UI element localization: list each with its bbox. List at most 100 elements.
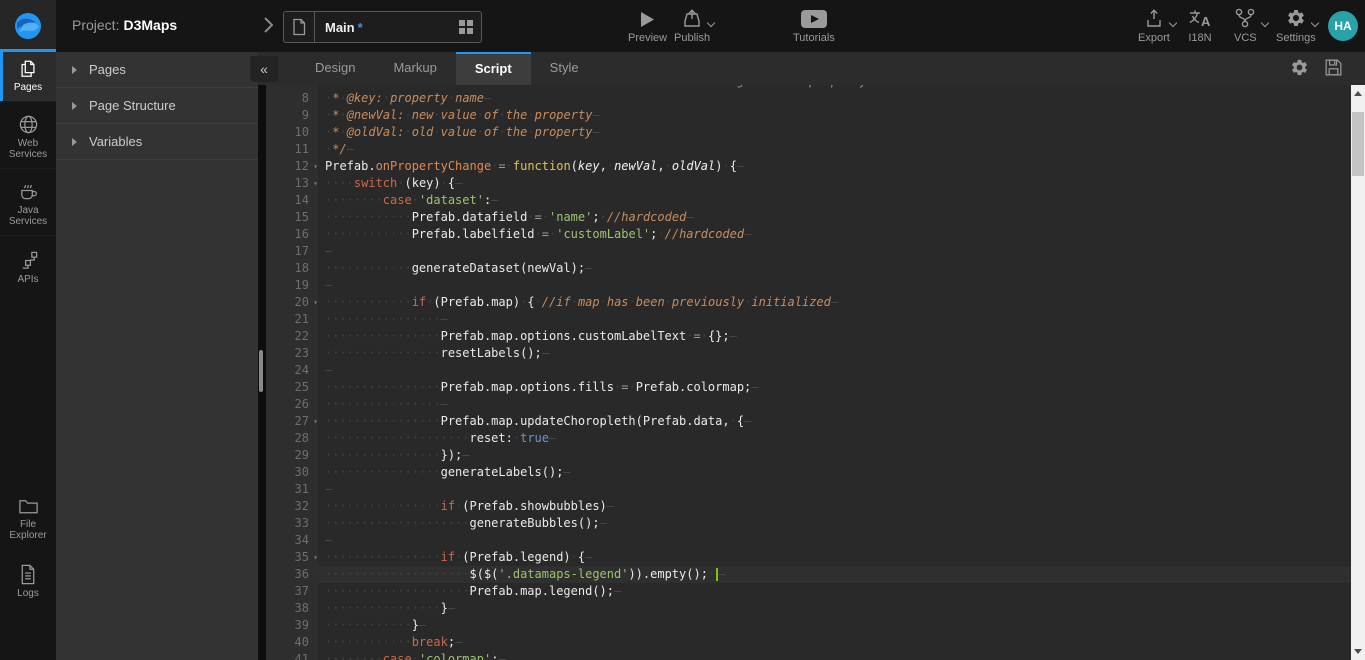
code-text[interactable]: ················Prefab.map.options.fills… [318,379,1351,396]
open-page-tab[interactable]: Main* [283,11,482,43]
line-number[interactable]: 26 [266,396,318,413]
line-number[interactable]: 12▾ [266,158,318,175]
scroll-down-arrow-icon[interactable] [1354,649,1362,654]
code-line[interactable]: 22················Prefab.map.options.cus… [266,328,1351,345]
code-text[interactable]: ················Prefab.map.updateChoropl… [318,413,1351,430]
export-chevron-icon[interactable] [1169,19,1177,27]
line-number[interactable]: 18 [266,260,318,277]
app-logo[interactable] [0,0,56,52]
code-text[interactable]: ·*·@oldVal:·old·value·of·the·property– [318,124,1351,141]
line-number[interactable]: 27▾ [266,413,318,430]
script-settings-gear-icon[interactable] [1290,58,1309,77]
line-number[interactable]: 21 [266,311,318,328]
code-text[interactable]: ················Prefab.map.options.custo… [318,328,1351,345]
code-line[interactable]: 40············break;– [266,634,1351,651]
user-avatar[interactable]: HA [1328,11,1358,41]
code-text[interactable]: ················});– [318,447,1351,464]
code-text[interactable]: ················}– [318,600,1351,617]
code-text[interactable]: ················if·(Prefab.legend)·{– [318,549,1351,566]
code-text[interactable]: ············generateDataset(newVal);– [318,260,1351,277]
code-text[interactable]: ·*·@newVal:·new·value·of·the·property– [318,107,1351,124]
code-line[interactable]: 11·*/– [266,141,1351,158]
code-line[interactable]: 31– [266,481,1351,498]
line-number[interactable]: 35▾ [266,549,318,566]
sidebar-item-logs[interactable]: Logs [0,557,56,607]
line-number[interactable]: 23 [266,345,318,362]
page-file-icon[interactable] [284,12,315,42]
code-line[interactable]: 41········case·'colormap':– [266,651,1351,660]
code-line[interactable]: 32················if·(Prefab.showbubbles… [266,498,1351,515]
code-line[interactable]: 34– [266,532,1351,549]
panel-scrollbar-thumb[interactable] [259,350,263,392]
settings-chevron-icon[interactable] [1311,19,1319,27]
code-line[interactable]: 25················Prefab.map.options.fil… [266,379,1351,396]
code-text[interactable]: – [318,481,1351,498]
code-line[interactable]: 20▾············if·(Prefab.map)·{·//if·ma… [266,294,1351,311]
code-text[interactable]: ····················$($('.datamaps-legen… [318,566,1351,583]
code-text[interactable]: ····switch·(key)·{– [318,175,1351,192]
sidebar-item-java-services[interactable]: Java Services [0,169,56,236]
fold-marker-icon[interactable]: ▾ [313,158,318,175]
panel-section-variables[interactable]: Variables [56,124,258,160]
code-line[interactable]: 35▾················if·(Prefab.legend)·{– [266,549,1351,566]
line-number[interactable]: 16 [266,226,318,243]
line-number[interactable]: 39 [266,617,318,634]
export-button[interactable]: Export [1138,8,1170,44]
save-icon[interactable] [1324,58,1343,77]
code-line[interactable]: 10·*·@oldVal:·old·value·of·the·property– [266,124,1351,141]
sidebar-item-web-services[interactable]: Web Services [0,102,56,169]
code-line[interactable]: 19– [266,277,1351,294]
line-number[interactable]: 8 [266,90,318,107]
code-line[interactable]: 23················resetLabels();– [266,345,1351,362]
scroll-up-arrow-icon[interactable] [1354,91,1362,96]
code-line[interactable]: 15············Prefab.datafield·=·'name';… [266,209,1351,226]
line-number[interactable]: 36 [266,566,318,583]
settings-button[interactable]: Settings [1276,8,1316,44]
line-number[interactable]: 32 [266,498,318,515]
vcs-chevron-icon[interactable] [1261,19,1269,27]
code-line[interactable]: 9·*·@newVal:·new·value·of·the·property– [266,107,1351,124]
code-text[interactable]: ·*/– [318,141,1351,158]
code-text[interactable]: ················generateLabels();– [318,464,1351,481]
line-number[interactable]: 34 [266,532,318,549]
fold-marker-icon[interactable]: ▾ [313,413,318,430]
panel-section-pages[interactable]: Pages [56,52,258,88]
line-number[interactable]: 41 [266,651,318,660]
sidebar-item-pages[interactable]: Pages [0,52,56,102]
code-line[interactable]: 17– [266,243,1351,260]
code-text[interactable]: – [318,532,1351,549]
publish-chevron-icon[interactable] [707,19,715,27]
code-text[interactable]: ············Prefab.labelfield·=·'customL… [318,226,1351,243]
line-number[interactable]: 19 [266,277,318,294]
panel-collapse-button[interactable]: « [250,56,278,82]
code-text[interactable]: ·*·@key:·property·name– [318,90,1351,107]
tab-markup[interactable]: Markup [374,52,455,85]
page-tab-title[interactable]: Main* [315,20,451,35]
code-line[interactable]: 39············}– [266,617,1351,634]
line-number[interactable]: 10 [266,124,318,141]
code-line[interactable]: 16············Prefab.labelfield·=·'custo… [266,226,1351,243]
code-text[interactable]: – [318,243,1351,260]
line-number[interactable]: 13▾ [266,175,318,192]
code-text[interactable]: ········case·'colormap':– [318,651,1351,660]
code-text[interactable]: ················– [318,396,1351,413]
code-text[interactable]: ············break;– [318,634,1351,651]
i18n-button[interactable]: A I18N [1188,8,1212,44]
editor-scrollbar-thumb[interactable] [1352,112,1364,176]
code-text[interactable]: Prefab.onPropertyChange·=·function(key,·… [318,158,1351,175]
breadcrumb-chevron-icon[interactable] [262,16,274,34]
fold-marker-icon[interactable]: ▾ [313,549,318,566]
code-text[interactable]: ····················generateBubbles();– [318,515,1351,532]
code-text[interactable]: ····················Prefab.map.legend();… [318,583,1351,600]
code-text[interactable]: ············}– [318,617,1351,634]
code-line[interactable]: 29················});– [266,447,1351,464]
code-line[interactable]: 12▾Prefab.onPropertyChange·=·function(ke… [266,158,1351,175]
line-number[interactable]: 11 [266,141,318,158]
preview-button[interactable]: Preview [628,8,667,44]
fold-marker-icon[interactable]: ▾ [313,294,318,311]
code-line[interactable]: 36····················$($('.datamaps-leg… [266,566,1351,583]
code-text[interactable]: – [318,277,1351,294]
code-text[interactable]: ················if·(Prefab.showbubbles)– [318,498,1351,515]
line-number[interactable]: 31 [266,481,318,498]
line-number[interactable]: 30 [266,464,318,481]
